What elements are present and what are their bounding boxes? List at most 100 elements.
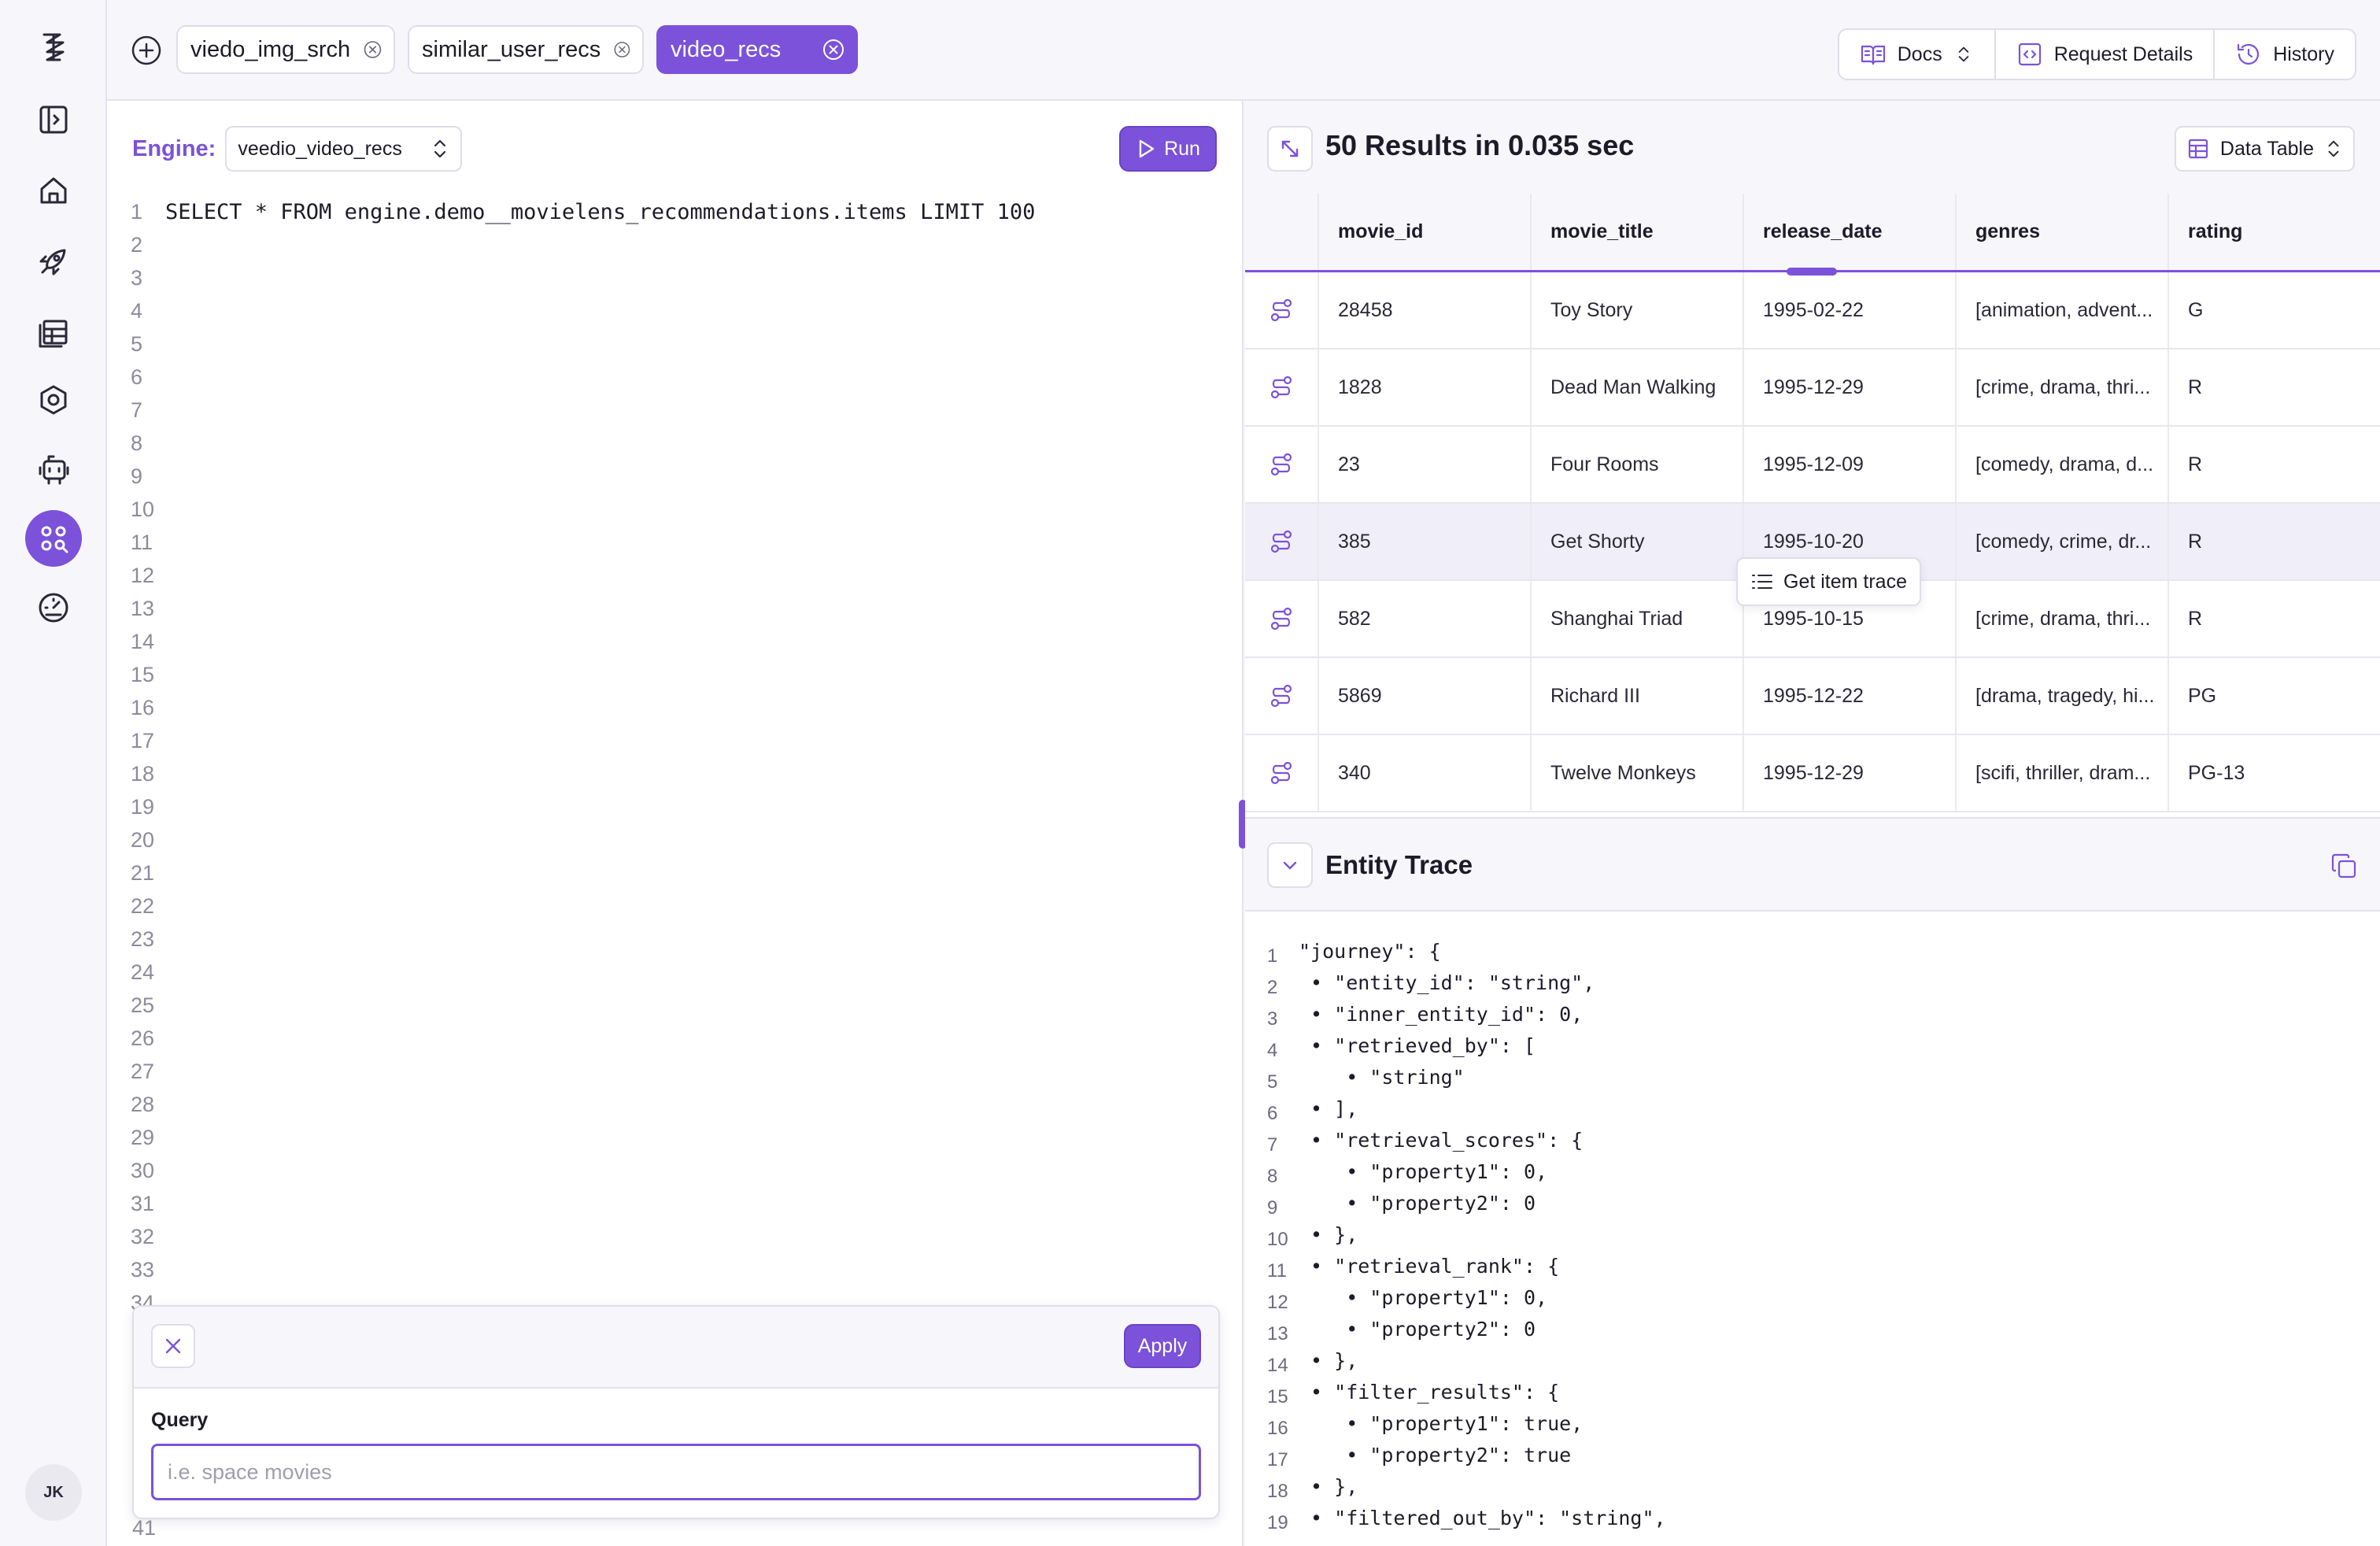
code-line[interactable]: 6	[131, 361, 1225, 394]
row-trace-button[interactable]	[1245, 504, 1319, 579]
row-trace-button[interactable]	[1245, 427, 1319, 502]
robot-icon[interactable]	[25, 441, 82, 497]
line-number: 13	[131, 596, 155, 620]
line-number: 4	[1267, 1040, 1278, 1061]
code-line[interactable]: 12	[131, 559, 1225, 592]
code-line[interactable]: 17	[131, 724, 1225, 757]
tab-viedo-img-srch[interactable]: viedo_img_srch	[176, 25, 395, 74]
engine-select[interactable]: veedio_video_recs	[225, 126, 462, 172]
line-number: 5	[1267, 1071, 1278, 1093]
close-tab-icon[interactable]	[613, 38, 631, 61]
close-tab-icon[interactable]	[822, 38, 845, 61]
code-editor[interactable]: 1 SELECT * FROM engine.demo__movielens_re…	[131, 195, 1225, 1407]
collapse-trace-button[interactable]	[1267, 842, 1313, 888]
expand-results-button[interactable]	[1267, 126, 1313, 172]
column-sort-indicator[interactable]	[1787, 268, 1837, 276]
top-bar: viedo_img_srch similar_user_recs video_r…	[107, 0, 2380, 101]
code-line[interactable]: 20	[131, 823, 1225, 856]
column-header-movie-title[interactable]: movie_title	[1532, 194, 1744, 270]
table-row[interactable]: 28458 Toy Story 1995-02-22 [animation, adve…	[1245, 272, 2380, 350]
copy-icon[interactable]	[2330, 852, 2358, 880]
logo-icon[interactable]	[25, 19, 82, 76]
get-item-trace-tooltip[interactable]: Get item trace	[1736, 557, 1921, 606]
table-icon[interactable]	[25, 302, 82, 359]
code-line[interactable]: 23	[131, 923, 1225, 956]
docs-button[interactable]: Docs	[1839, 30, 1996, 79]
rocket-icon[interactable]	[25, 233, 82, 290]
history-button[interactable]: History	[2215, 30, 2355, 79]
code-line[interactable]: 29	[131, 1121, 1225, 1154]
column-header-release-date[interactable]: release_date	[1744, 194, 1957, 270]
row-trace-button[interactable]	[1245, 350, 1319, 425]
line-number: 17	[1267, 1449, 1288, 1470]
table-cell: 1995-12-29	[1744, 350, 1957, 425]
code-line[interactable]: 28	[131, 1088, 1225, 1121]
code-line[interactable]: 27	[131, 1055, 1225, 1088]
table-cell: R	[2188, 375, 2203, 398]
run-button[interactable]: Run	[1119, 126, 1217, 172]
view-mode-select[interactable]: Data Table	[2174, 126, 2355, 172]
code-line[interactable]: 32	[131, 1220, 1225, 1253]
table-row[interactable]: 1828 Dead Man Walking 1995-12-29 [crime, dr…	[1245, 350, 2380, 427]
code-line[interactable]: 1 SELECT * FROM engine.demo__movielens_re…	[131, 195, 1225, 228]
line-number: 8	[1267, 1166, 1278, 1187]
request-details-button[interactable]: Request Details	[1996, 30, 2216, 79]
sidebar-toggle-icon[interactable]	[25, 91, 82, 148]
code-line[interactable]: 9	[131, 460, 1225, 493]
row-trace-button[interactable]	[1245, 272, 1319, 348]
results-pane: 50 Results in 0.035 sec Data Table movie…	[1245, 101, 2380, 1546]
hexagon-settings-icon[interactable]	[25, 372, 82, 428]
json-text: • "inner_entity_id": 0,	[1299, 1002, 1584, 1026]
code-line[interactable]: 5	[131, 327, 1225, 361]
code-line[interactable]: 7	[131, 394, 1225, 427]
row-trace-button[interactable]	[1245, 658, 1319, 734]
code-line[interactable]: 22	[131, 890, 1225, 923]
table-row[interactable]: 5869 Richard III 1995-12-22 [drama, tragedy…	[1245, 658, 2380, 735]
history-label: History	[2273, 43, 2334, 65]
line-number: 13	[1267, 1323, 1288, 1344]
table-cell: PG-13	[2188, 761, 2245, 784]
table-row[interactable]: 23 Four Rooms 1995-12-09 [comedy, drama, d.…	[1245, 427, 2380, 504]
column-header-genres[interactable]: genres	[1957, 194, 2169, 270]
column-header-movie-id[interactable]: movie_id	[1319, 194, 1532, 270]
line-number: 15	[131, 662, 155, 686]
code-line[interactable]: 11	[131, 526, 1225, 559]
code-line[interactable]: 30	[131, 1154, 1225, 1187]
json-line: 1 "journey": {	[1267, 935, 2361, 967]
code-line[interactable]: 15	[131, 658, 1225, 691]
json-text: • },	[1299, 1222, 1358, 1246]
code-line[interactable]: 10	[131, 493, 1225, 526]
code-line[interactable]: 16	[131, 691, 1225, 724]
home-icon[interactable]	[25, 162, 82, 219]
table-row[interactable]: 340 Twelve Monkeys 1995-12-29 [scifi, thril…	[1245, 735, 2380, 812]
code-line[interactable]: 2	[131, 228, 1225, 261]
code-line[interactable]: 3	[131, 261, 1225, 294]
add-tab-icon[interactable]	[131, 35, 162, 66]
column-header-rating[interactable]: rating	[2169, 194, 2380, 270]
trace-route-icon	[1270, 375, 1292, 399]
avatar[interactable]: JK	[25, 1464, 82, 1521]
code-line[interactable]: 13	[131, 592, 1225, 625]
code-line[interactable]: 26	[131, 1022, 1225, 1055]
line-number: 7	[1267, 1134, 1278, 1156]
tab-similar-user-recs[interactable]: similar_user_recs	[408, 25, 644, 74]
search-apps-icon[interactable]	[25, 510, 82, 567]
apply-button[interactable]: Apply	[1124, 1324, 1201, 1368]
code-line[interactable]: 18	[131, 757, 1225, 790]
row-trace-button[interactable]	[1245, 581, 1319, 656]
tab-video-recs[interactable]: video_recs	[656, 25, 858, 74]
code-line[interactable]: 8	[131, 427, 1225, 460]
code-line[interactable]: 24	[131, 956, 1225, 989]
close-query-panel-button[interactable]	[151, 1324, 195, 1368]
code-line[interactable]: 31	[131, 1187, 1225, 1220]
code-line[interactable]: 21	[131, 856, 1225, 890]
code-line[interactable]: 14	[131, 625, 1225, 658]
row-trace-button[interactable]	[1245, 735, 1319, 811]
code-line[interactable]: 33	[131, 1253, 1225, 1286]
code-line[interactable]: 25	[131, 989, 1225, 1022]
code-line[interactable]: 4	[131, 294, 1225, 327]
gauge-icon[interactable]	[25, 579, 82, 636]
close-tab-icon[interactable]	[363, 38, 382, 61]
query-input[interactable]	[151, 1444, 1201, 1500]
code-line[interactable]: 19	[131, 790, 1225, 823]
